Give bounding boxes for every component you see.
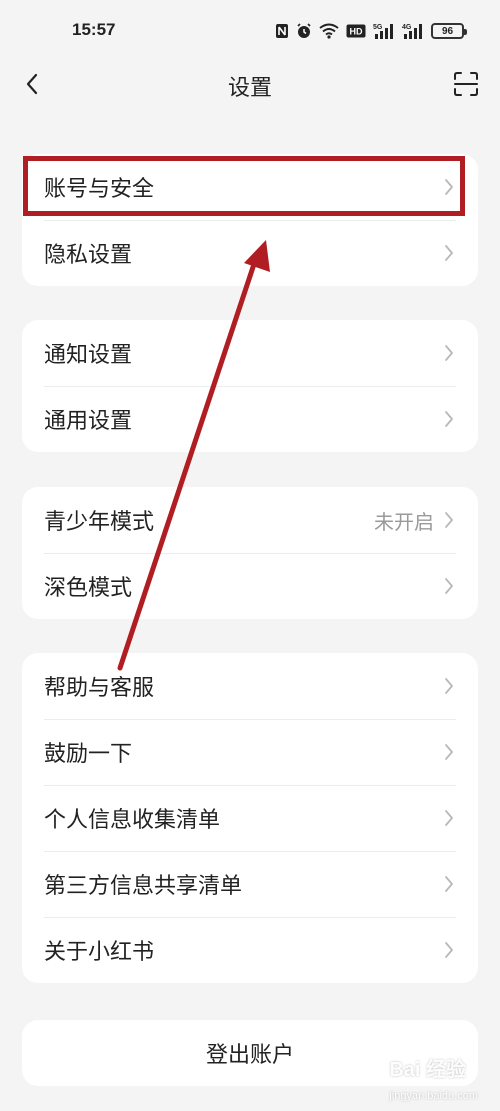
signal-4g-icon: 4G bbox=[402, 22, 424, 40]
watermark: Bai 经验 jingyan.baidu.com bbox=[363, 1053, 478, 1105]
watermark-subtext: jingyan.baidu.com bbox=[389, 1090, 478, 1102]
settings-item-label: 通用设置 bbox=[44, 409, 133, 434]
svg-text:5G: 5G bbox=[373, 24, 383, 31]
settings-item-label: 第三方信息共享清单 bbox=[44, 874, 243, 899]
chevron-right-icon bbox=[442, 343, 456, 363]
settings-item-dark-mode[interactable]: 深色模式 bbox=[22, 553, 478, 619]
settings-item-encourage[interactable]: 鼓励一下 bbox=[22, 719, 478, 785]
chevron-right-icon bbox=[442, 676, 456, 696]
annotation-highlight-box bbox=[23, 156, 465, 216]
settings-item-notifications[interactable]: 通知设置 bbox=[22, 320, 478, 386]
watermark-text: Bai 经验 bbox=[389, 1059, 467, 1081]
page-title: 设置 bbox=[227, 76, 272, 101]
status-time: 15:57 bbox=[72, 20, 116, 39]
paw-icon bbox=[363, 1065, 385, 1093]
chevron-right-icon bbox=[442, 742, 456, 762]
chevron-right-icon bbox=[442, 808, 456, 828]
settings-item-help[interactable]: 帮助与客服 bbox=[22, 653, 478, 719]
settings-item-label: 个人信息收集清单 bbox=[44, 808, 221, 833]
chevron-right-icon bbox=[442, 576, 456, 596]
settings-item-privacy[interactable]: 隐私设置 bbox=[22, 220, 478, 286]
wifi-icon bbox=[319, 23, 339, 39]
scan-button[interactable] bbox=[450, 68, 482, 100]
settings-item-label: 青少年模式 bbox=[44, 510, 155, 535]
battery-icon: 96 bbox=[431, 23, 467, 39]
settings-item-teen-mode[interactable]: 青少年模式 未开启 bbox=[22, 487, 478, 553]
nfc-icon bbox=[275, 23, 289, 39]
settings-item-label: 鼓励一下 bbox=[44, 742, 133, 767]
alarm-icon bbox=[296, 23, 312, 39]
status-bar: 15:57 HD 5G 4G 96 bbox=[0, 0, 500, 62]
settings-item-label: 隐私设置 bbox=[44, 243, 133, 268]
settings-item-about[interactable]: 关于小红书 bbox=[22, 917, 478, 983]
settings-item-label: 深色模式 bbox=[44, 576, 133, 601]
settings-group-notifications: 通知设置 通用设置 bbox=[22, 320, 478, 452]
signal-5g-icon: 5G bbox=[373, 22, 395, 40]
status-icons: HD 5G 4G 96 bbox=[275, 20, 467, 42]
svg-text:4G: 4G bbox=[402, 24, 412, 31]
settings-item-personal-info-list[interactable]: 个人信息收集清单 bbox=[22, 785, 478, 851]
chevron-right-icon bbox=[442, 874, 456, 894]
svg-text:HD: HD bbox=[350, 27, 363, 37]
settings-group-support: 帮助与客服 鼓励一下 个人信息收集清单 第三方信息共享清单 关于小红书 bbox=[22, 653, 478, 983]
chevron-right-icon bbox=[442, 940, 456, 960]
chevron-right-icon bbox=[442, 243, 456, 263]
chevron-right-icon bbox=[442, 510, 456, 530]
nav-bar: 设置 bbox=[0, 62, 500, 108]
teen-mode-status: 未开启 bbox=[374, 509, 434, 534]
settings-item-label: 帮助与客服 bbox=[44, 676, 155, 701]
settings-item-label: 通知设置 bbox=[44, 343, 133, 368]
settings-group-modes: 青少年模式 未开启 深色模式 bbox=[22, 487, 478, 619]
settings-item-general[interactable]: 通用设置 bbox=[22, 386, 478, 452]
chevron-right-icon bbox=[442, 409, 456, 429]
settings-item-third-party-list[interactable]: 第三方信息共享清单 bbox=[22, 851, 478, 917]
settings-item-label: 关于小红书 bbox=[44, 940, 155, 965]
hd-badge: HD bbox=[346, 24, 366, 38]
scan-icon bbox=[454, 72, 478, 96]
